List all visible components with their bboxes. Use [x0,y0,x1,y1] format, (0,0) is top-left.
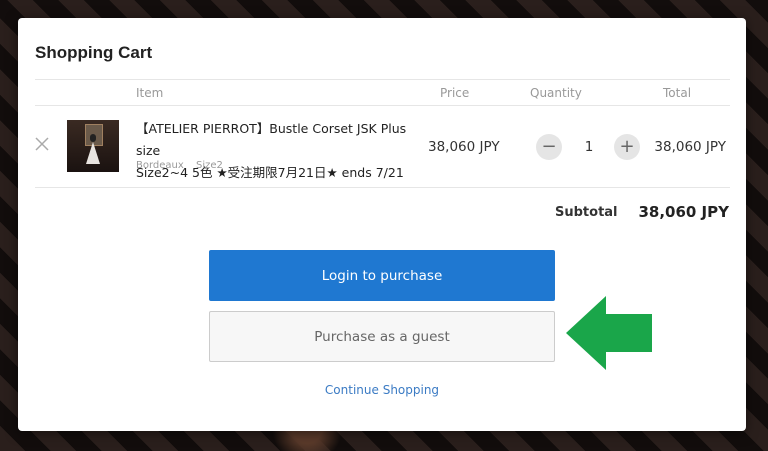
variant-color: Bordeaux [136,160,184,171]
quantity-value: 1 [584,139,594,155]
arrow-left-icon [566,296,652,370]
subtotal-label: Subtotal [555,205,618,220]
product-name[interactable]: 【ATELIER PIERROT】Bustle Corset JSK Plus … [136,118,426,184]
divider [35,79,730,80]
product-name-line1: 【ATELIER PIERROT】Bustle Corset JSK Plus … [136,121,407,158]
close-icon[interactable] [35,137,49,151]
login-to-purchase-button[interactable]: Login to purchase [209,250,555,301]
product-thumbnail[interactable] [67,120,119,172]
minus-icon: − [541,136,557,157]
shopping-cart-modal: Shopping Cart Item Price Quantity Total … [18,18,746,431]
column-header-total: Total [663,86,692,100]
divider [35,105,730,106]
subtotal-value: 38,060 JPY [638,203,729,221]
plus-icon: + [619,136,635,157]
column-header-price: Price [440,86,470,100]
column-header-item: Item [136,86,164,100]
column-header-quantity: Quantity [530,86,582,100]
variant-size: Size2 [196,160,223,171]
cart-title: Shopping Cart [35,43,153,62]
continue-shopping-link[interactable]: Continue Shopping [18,383,746,397]
purchase-as-guest-button[interactable]: Purchase as a guest [209,311,555,362]
quantity-decrease-button[interactable]: − [536,134,562,160]
quantity-increase-button[interactable]: + [614,134,640,160]
divider [35,187,730,188]
item-total: 38,060 JPY [654,139,726,155]
item-price: 38,060 JPY [428,139,500,155]
product-variant: Bordeaux Size2 [136,160,232,171]
